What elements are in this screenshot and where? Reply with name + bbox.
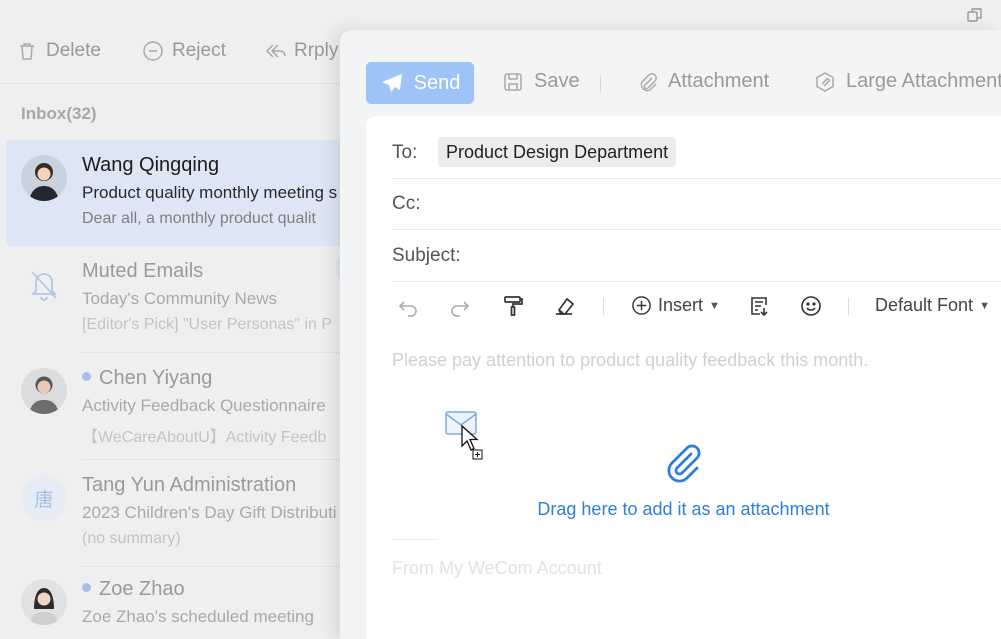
mail-item[interactable]: Zoe Zhao Zoe Zhao's scheduled meeting bbox=[6, 564, 360, 639]
attachment-button[interactable]: Attachment bbox=[636, 70, 769, 93]
avatar bbox=[21, 261, 67, 307]
window-restore-icon[interactable] bbox=[966, 6, 984, 24]
undo-icon[interactable] bbox=[396, 294, 420, 318]
mail-item[interactable]: 唐 Tang Yun Administration 2023 Children'… bbox=[6, 460, 360, 566]
mail-list-toolbar: Delete Reject Rrply bbox=[0, 0, 360, 84]
reject-button[interactable]: Reject bbox=[142, 40, 226, 62]
mail-item[interactable]: Chen Yiyang Activity Feedback Questionna… bbox=[6, 353, 360, 459]
plus-circle-icon bbox=[632, 296, 651, 315]
mail-subject: Today's Community News bbox=[82, 289, 278, 308]
redo-icon[interactable] bbox=[448, 294, 472, 318]
avatar bbox=[21, 579, 67, 625]
mail-item[interactable]: Muted Emails Today's Community News [Edi… bbox=[6, 246, 366, 352]
template-icon[interactable] bbox=[747, 294, 771, 318]
save-button[interactable]: Save bbox=[502, 70, 580, 93]
dragged-envelope-icon bbox=[445, 411, 477, 435]
to-field[interactable]: To: Product Design Department bbox=[392, 128, 1001, 179]
reply-all-icon bbox=[265, 44, 286, 58]
caret-down-icon: ▼ bbox=[979, 299, 990, 312]
drop-hint: Drag here to add it as an attachment bbox=[537, 499, 830, 519]
toolbar-separator bbox=[848, 298, 849, 315]
insert-label: Insert bbox=[658, 295, 704, 315]
attachment-drop-zone[interactable]: Drag here to add it as an attachment bbox=[521, 444, 846, 520]
mail-subject: 2023 Children's Day Gift Distributi bbox=[82, 503, 337, 522]
eraser-icon[interactable] bbox=[552, 294, 576, 318]
mail-item[interactable]: Wang Qingqing Product quality monthly me… bbox=[6, 140, 360, 246]
delete-button[interactable]: Delete bbox=[16, 40, 101, 62]
mail-sender: Muted Emails bbox=[82, 260, 204, 282]
to-label: To: bbox=[392, 142, 418, 163]
recipient-chip[interactable]: Product Design Department bbox=[438, 137, 677, 167]
subject-field[interactable]: Subject: bbox=[392, 231, 1001, 282]
minus-circle-icon bbox=[143, 41, 163, 61]
mail-sender: Tang Yun Administration bbox=[82, 474, 297, 496]
signature-divider bbox=[392, 539, 438, 540]
paper-plane-icon bbox=[381, 74, 402, 92]
mail-sender: Chen Yiyang bbox=[82, 367, 212, 390]
mail-summary: [Editor's Pick] "User Personas" in P bbox=[82, 316, 333, 333]
compose-window: Send Save Attachment Large Attachment To… bbox=[340, 30, 1001, 639]
sender-name: Zoe Zhao bbox=[99, 578, 185, 600]
send-label: Send bbox=[413, 71, 461, 94]
reply-button[interactable]: Rrply bbox=[264, 40, 338, 62]
mail-summary: 【WeCareAboutU】Activity Feedb bbox=[82, 429, 327, 446]
attachment-label: Attachment bbox=[668, 70, 770, 92]
send-button[interactable]: Send bbox=[366, 62, 474, 104]
emoji-icon[interactable] bbox=[799, 294, 823, 318]
mail-sender: Zoe Zhao bbox=[82, 578, 185, 601]
compose-body: To: Product Design Department Cc: Subjec… bbox=[366, 116, 1001, 639]
insert-dropdown[interactable]: Insert ▼ bbox=[631, 295, 720, 316]
mail-summary: (no summary) bbox=[82, 530, 181, 547]
reply-label: Rrply bbox=[294, 40, 339, 61]
large-attachment-label: Large Attachment bbox=[846, 70, 1001, 92]
mail-subject: Zoe Zhao's scheduled meeting bbox=[82, 607, 314, 626]
editor-toolbar: Insert ▼ Default Font ▼ bbox=[392, 286, 1001, 326]
drag-email-cursor bbox=[444, 410, 490, 466]
signature-text: From My WeCom Account bbox=[392, 558, 602, 578]
large-attachment-button[interactable]: Large Attachment bbox=[814, 70, 1001, 93]
font-dropdown[interactable]: Default Font ▼ bbox=[875, 295, 990, 316]
save-icon bbox=[504, 72, 522, 91]
toolbar-separator bbox=[600, 76, 601, 92]
body-editor[interactable]: Please pay attention to product quality … bbox=[392, 350, 868, 371]
trash-icon bbox=[20, 43, 34, 60]
paperclip-icon bbox=[640, 72, 657, 91]
avatar bbox=[21, 368, 67, 414]
compose-toolbar: Send Save Attachment Large Attachment bbox=[340, 30, 1001, 116]
copy-plus-icon bbox=[472, 449, 483, 460]
unread-dot bbox=[82, 372, 91, 382]
muted-bell-icon bbox=[31, 271, 57, 301]
mail-summary: Dear all, a monthly product qualit bbox=[82, 210, 316, 227]
sender-name: Chen Yiyang bbox=[99, 367, 213, 389]
save-label: Save bbox=[534, 70, 580, 92]
paperclip-icon bbox=[667, 444, 700, 483]
cc-label: Cc: bbox=[392, 193, 421, 214]
format-painter-icon[interactable] bbox=[501, 294, 525, 318]
font-label: Default Font bbox=[875, 295, 974, 315]
subject-label: Subject: bbox=[392, 245, 461, 266]
toolbar-separator bbox=[603, 298, 604, 315]
cc-field[interactable]: Cc: bbox=[392, 179, 1001, 230]
mail-subject: Product quality monthly meeting s bbox=[82, 183, 338, 202]
delete-label: Delete bbox=[46, 40, 101, 61]
caret-down-icon: ▼ bbox=[709, 299, 720, 312]
mail-sender: Wang Qingqing bbox=[82, 154, 220, 176]
large-attachment-icon bbox=[816, 71, 834, 92]
mail-subject: Activity Feedback Questionnaire bbox=[82, 396, 326, 415]
unread-dot bbox=[82, 583, 91, 593]
reject-label: Reject bbox=[172, 40, 226, 61]
inbox-label: Inbox(32) bbox=[21, 104, 97, 123]
avatar bbox=[21, 155, 67, 201]
avatar: 唐 bbox=[21, 475, 67, 521]
mail-list-pane: Delete Reject Rrply Inbox(32) Wang Qingq… bbox=[0, 0, 366, 639]
